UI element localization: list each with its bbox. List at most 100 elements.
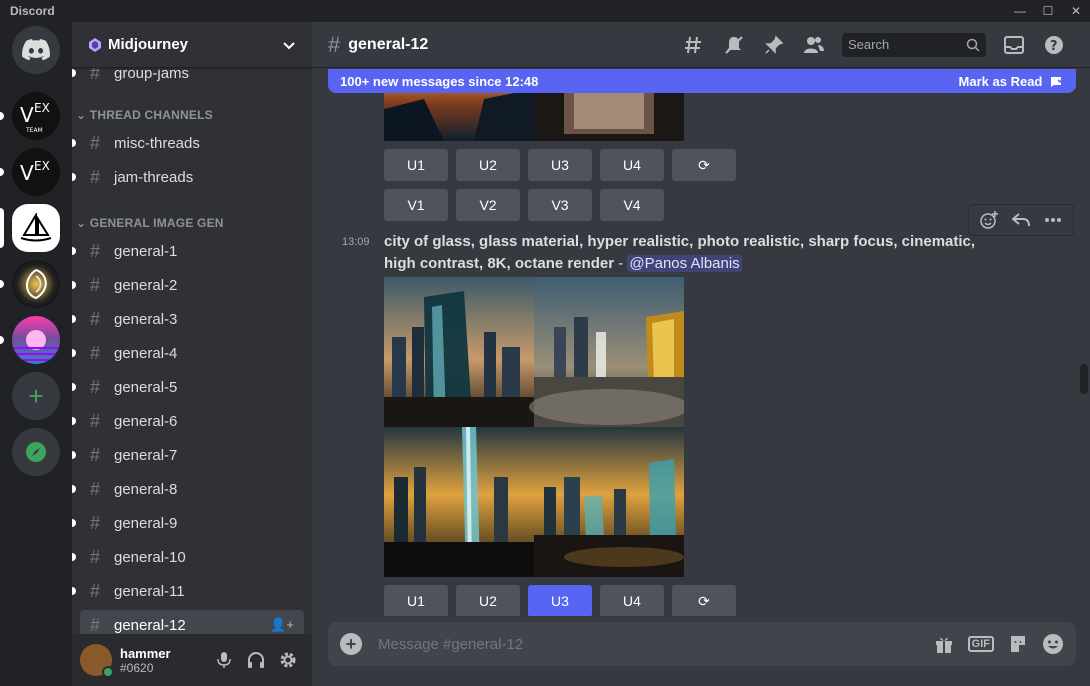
separator: - (614, 255, 628, 272)
channel-general-6[interactable]: # general-6 (72, 406, 304, 436)
pinned-messages-button[interactable] (762, 33, 786, 57)
search-icon (966, 38, 980, 52)
server-vex[interactable]: V EX (12, 148, 60, 196)
unread-indicator (72, 173, 76, 181)
upscale-button-2[interactable]: U2 (456, 149, 520, 181)
more-options-button[interactable] (1037, 217, 1069, 223)
emoji-icon (1043, 634, 1063, 654)
thread-hash-icon: # (90, 377, 101, 397)
user-info[interactable]: hammer #0620 (120, 646, 208, 675)
gif-button[interactable]: GIF (967, 636, 994, 652)
pin-icon (765, 35, 784, 54)
gift-button[interactable] (934, 634, 954, 654)
user-settings-button[interactable] (272, 644, 304, 676)
unread-indicator (72, 519, 76, 527)
channel-group-jams[interactable]: # group-jams (72, 68, 304, 88)
upload-button[interactable]: + (340, 633, 362, 655)
microphone-icon (217, 652, 231, 668)
channel-misc-threads[interactable]: # misc-threads (72, 128, 304, 158)
server-midjourney[interactable] (12, 204, 60, 252)
upscale-button-1[interactable]: U1 (384, 585, 448, 616)
upscale-button-3[interactable]: U3 (528, 149, 592, 181)
upscale-button-1[interactable]: U1 (384, 149, 448, 181)
unread-pill (0, 280, 4, 288)
deafen-button[interactable] (240, 644, 272, 676)
add-reaction-button[interactable] (973, 211, 1005, 229)
variation-button-1[interactable]: V1 (384, 189, 448, 221)
channel-general-8[interactable]: # general-8 (72, 474, 304, 504)
unread-indicator (72, 553, 76, 561)
message-input[interactable] (378, 635, 920, 653)
server-synthwave[interactable] (12, 316, 60, 364)
upscale-button-4[interactable]: U4 (600, 149, 664, 181)
chat-area: # general-12 Search ? U1 U2 U3 U4 ⟳ V1 V… (312, 22, 1090, 686)
headphones-icon (248, 652, 264, 668)
channel-header: # general-12 Search ? (312, 22, 1090, 68)
unread-indicator (72, 485, 76, 493)
online-status-icon (102, 666, 114, 678)
inbox-icon (1004, 35, 1024, 54)
user-mention[interactable]: @Panos Albanis (627, 255, 742, 272)
thread-hash-icon: # (90, 513, 101, 533)
variation-button-4[interactable]: V4 (600, 189, 664, 221)
channel-general-5[interactable]: # general-5 (72, 372, 304, 402)
channel-general-10[interactable]: # general-10 (72, 542, 304, 572)
add-server-button[interactable]: + (12, 372, 60, 420)
add-member-icon[interactable]: 👤+ (270, 617, 294, 633)
channel-general-9[interactable]: # general-9 (72, 508, 304, 538)
thread-hash-icon: # (90, 615, 101, 634)
explore-servers-button[interactable] (12, 428, 60, 476)
reroll-button[interactable]: ⟳ (672, 585, 736, 616)
sticker-icon (1011, 636, 1025, 652)
channel-sidebar: Midjourney # group-jams ⌄ THREAD CHANNEL… (72, 22, 312, 686)
category-thread-channels[interactable]: ⌄ THREAD CHANNELS (76, 108, 213, 122)
avatar[interactable] (80, 644, 114, 678)
sticker-button[interactable] (1008, 634, 1028, 654)
upscale-button-3[interactable]: U3 (528, 585, 592, 616)
unread-indicator (72, 139, 76, 147)
maximize-button[interactable]: ☐ (1034, 0, 1062, 22)
scrollbar-thumb[interactable] (1080, 364, 1088, 394)
channel-general-3[interactable]: # general-3 (72, 304, 304, 334)
search-input[interactable]: Search (842, 32, 986, 57)
channel-general-1[interactable]: # general-1 (72, 236, 304, 266)
member-list-button[interactable] (802, 33, 826, 57)
channel-general-12[interactable]: # general-12 👤+ (80, 610, 304, 634)
inbox-button[interactable] (1002, 33, 1026, 57)
channel-general-11[interactable]: # general-11 (72, 576, 304, 606)
user-panel: hammer #0620 (72, 634, 312, 686)
home-button[interactable] (12, 26, 60, 74)
channel-general-2[interactable]: # general-2 (72, 270, 304, 300)
threads-button[interactable] (682, 33, 706, 57)
server-vex-team[interactable]: V EX TEAM (12, 92, 60, 140)
mute-button[interactable] (208, 644, 240, 676)
emoji-button[interactable] (1042, 633, 1064, 655)
channel-general-4[interactable]: # general-4 (72, 338, 304, 368)
variation-button-2[interactable]: V2 (456, 189, 520, 221)
channel-general-7[interactable]: # general-7 (72, 440, 304, 470)
svg-text:TEAM: TEAM (25, 127, 43, 134)
new-messages-bar[interactable]: 100+ new messages since 12:48 Mark as Re… (328, 69, 1076, 93)
username: hammer (120, 645, 171, 661)
help-button[interactable]: ? (1042, 33, 1066, 57)
channel-jam-threads[interactable]: # jam-threads (72, 162, 304, 192)
close-button[interactable]: ✕ (1062, 0, 1090, 22)
category-general-image-gen[interactable]: ⌄ GENERAL IMAGE GEN (76, 216, 224, 230)
user-tag: #0620 (120, 660, 154, 675)
reroll-button[interactable]: ⟳ (672, 149, 736, 181)
mark-as-read-button[interactable]: Mark as Read (959, 74, 1065, 89)
server-spiral-art[interactable] (12, 260, 60, 308)
upscale-button-4[interactable]: U4 (600, 585, 664, 616)
server-header[interactable]: Midjourney (72, 22, 312, 68)
notification-settings-button[interactable] (722, 33, 746, 57)
thread-hash-icon: # (90, 275, 101, 295)
upscale-button-2[interactable]: U2 (456, 585, 520, 616)
reply-button[interactable] (1005, 212, 1037, 228)
spiral-art-icon (26, 269, 47, 300)
minimize-button[interactable]: — (1006, 0, 1034, 22)
variation-button-3[interactable]: V3 (528, 189, 592, 221)
unread-indicator (72, 69, 76, 77)
unread-indicator (72, 247, 76, 255)
svg-text:?: ? (1050, 39, 1058, 54)
generated-image-grid[interactable] (384, 277, 684, 577)
